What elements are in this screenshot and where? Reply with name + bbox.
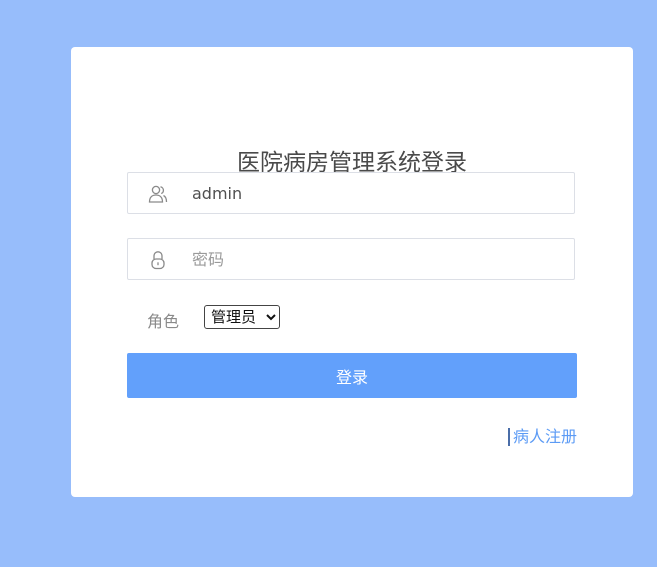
password-input[interactable] xyxy=(192,239,562,279)
user-icon xyxy=(148,184,168,204)
page-background: 医院病房管理系统登录 admin 角色 管理员 登录 病人注册 xyxy=(0,0,657,567)
password-field[interactable] xyxy=(127,238,575,280)
login-card: 医院病房管理系统登录 admin 角色 管理员 登录 病人注册 xyxy=(71,47,633,497)
username-input[interactable] xyxy=(192,173,562,213)
patient-register-link[interactable]: 病人注册 xyxy=(507,428,577,446)
lock-icon xyxy=(148,250,168,270)
login-button[interactable]: 登录 xyxy=(127,353,577,398)
role-label: 角色 xyxy=(147,312,180,331)
username-field[interactable] xyxy=(127,172,575,214)
role-select[interactable]: 管理员 xyxy=(204,305,280,329)
